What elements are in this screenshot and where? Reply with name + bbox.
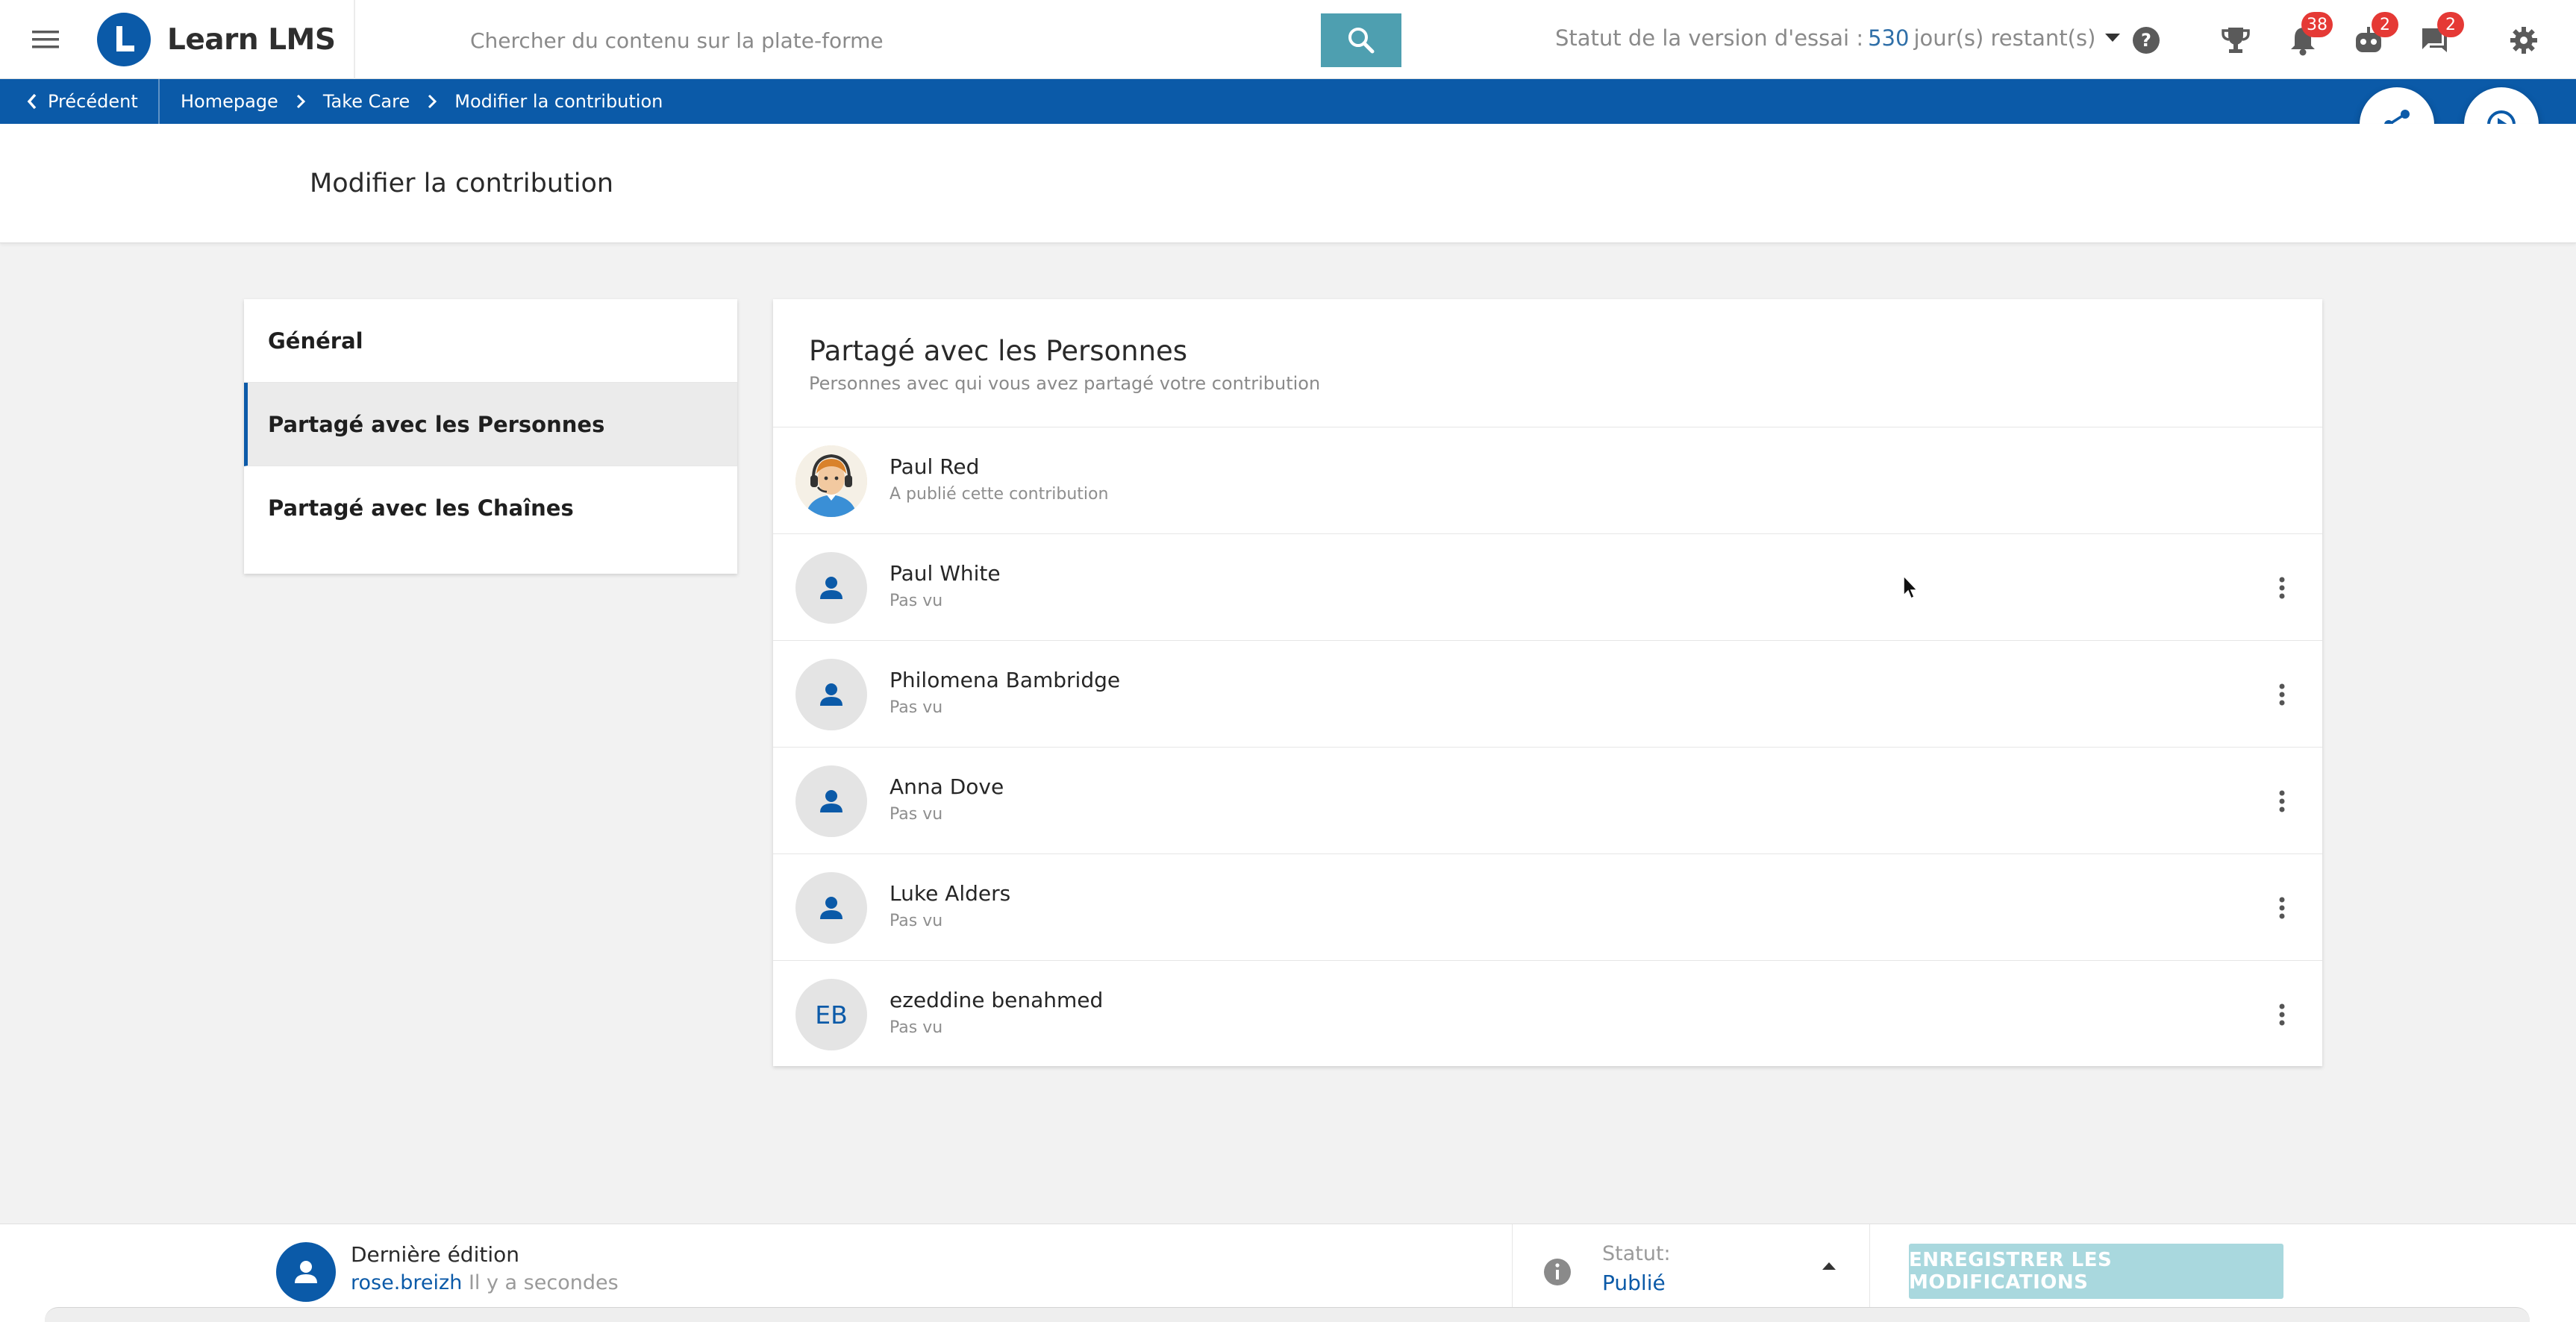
status-label: Statut: — [1602, 1242, 1671, 1265]
avatar-photo — [795, 445, 867, 517]
menu-icon[interactable] — [27, 22, 64, 57]
mouse-cursor-icon — [1902, 574, 1920, 600]
breadcrumb-current: Modifier la contribution — [454, 91, 663, 112]
person-status: Pas vu — [890, 912, 943, 930]
info-icon — [1542, 1257, 1572, 1287]
trophy-icon[interactable] — [2216, 21, 2255, 60]
notifications-bell-icon[interactable]: 38 — [2283, 12, 2333, 60]
taskbar-edge — [45, 1307, 2530, 1322]
last-edit-title: Dernière édition — [351, 1242, 519, 1267]
save-changes-button[interactable]: ENREGISTRER LES MODIFICATIONS — [1909, 1244, 2283, 1299]
status-value: Publié — [1602, 1271, 1666, 1295]
person-name: ezeddine benahmed — [890, 988, 1104, 1012]
search-icon — [1348, 28, 1375, 54]
more-vert-icon[interactable] — [2263, 675, 2301, 714]
person-icon — [795, 659, 867, 730]
support-agent-avatar — [795, 445, 867, 517]
page-title: Modifier la contribution — [310, 169, 614, 198]
chat-icon[interactable]: 2 — [2415, 12, 2464, 60]
breadcrumb-homepage[interactable]: Homepage — [181, 91, 278, 112]
more-vert-icon[interactable] — [2263, 995, 2301, 1034]
nav-item-shared-people[interactable]: Partagé avec les Personnes — [244, 383, 737, 466]
person-row: Paul Red A publié cette contribution — [773, 427, 2322, 534]
more-vert-icon[interactable] — [2263, 782, 2301, 821]
last-edit-info: Dernière édition rose.breizh Il y a seco… — [276, 1242, 619, 1302]
person-row: Anna Dove Pas vu — [773, 748, 2322, 854]
person-icon — [795, 765, 867, 837]
more-vert-icon[interactable] — [2263, 889, 2301, 927]
person-status: Pas vu — [890, 698, 943, 717]
shared-people-panel: Partagé avec les Personnes Personnes ave… — [773, 299, 2322, 1066]
app-logo[interactable]: Learn LMS — [97, 9, 336, 70]
avatar-initials: EB — [795, 979, 867, 1050]
section-nav: Général Partagé avec les Personnes Parta… — [244, 299, 737, 574]
chevron-right-icon — [428, 94, 437, 109]
person-row: Luke Alders Pas vu — [773, 854, 2322, 961]
bot-badge: 2 — [2372, 12, 2398, 37]
person-name: Luke Alders — [890, 881, 1011, 906]
person-icon — [795, 552, 867, 624]
gear-icon[interactable] — [2504, 21, 2543, 60]
trial-days: 530 — [1868, 25, 1910, 51]
panel-subtitle: Personnes avec qui vous avez partagé vot… — [809, 373, 1321, 394]
nav-item-shared-channels[interactable]: Partagé avec les Chaînes — [244, 466, 737, 550]
top-header: Learn LMS Statut de la version d'essai :… — [0, 0, 2576, 79]
person-status: A publié cette contribution — [890, 485, 1109, 504]
more-vert-icon[interactable] — [2263, 568, 2301, 607]
person-name: Paul Red — [890, 454, 980, 479]
chevron-left-icon — [27, 93, 37, 110]
panel-header: Partagé avec les Personnes Personnes ave… — [773, 299, 2322, 427]
person-row: Philomena Bambridge Pas vu — [773, 641, 2322, 748]
breadcrumb-bar: Précédent Homepage Take Care Modifier la… — [0, 79, 2576, 124]
svg-text:?: ? — [2141, 30, 2151, 51]
robot-icon[interactable]: 2 — [2349, 12, 2398, 60]
chevron-right-icon — [296, 94, 305, 109]
caret-down-icon — [2104, 33, 2121, 43]
page-header: Modifier la contribution — [0, 124, 2576, 243]
panel-title: Partagé avec les Personnes — [809, 335, 1188, 367]
person-icon — [795, 872, 867, 944]
back-button[interactable]: Précédent — [27, 79, 138, 124]
person-name: Philomena Bambridge — [890, 668, 1121, 692]
app-name: Learn LMS — [167, 22, 336, 57]
trial-suffix: jour(s) restant(s) — [1913, 25, 2096, 51]
last-edit-user[interactable]: rose.breizh — [351, 1271, 462, 1294]
caret-up-icon[interactable] — [1822, 1262, 1836, 1271]
person-row: EB ezeddine benahmed Pas vu — [773, 961, 2322, 1068]
breadcrumb-divider — [158, 79, 160, 124]
help-icon[interactable]: ? — [2127, 21, 2166, 60]
trial-status-dropdown[interactable]: Statut de la version d'essai : 530 jour(… — [1555, 25, 2121, 51]
person-status: Pas vu — [890, 805, 943, 824]
person-name: Anna Dove — [890, 774, 1004, 799]
person-name: Paul White — [890, 561, 1001, 586]
breadcrumb-take-care[interactable]: Take Care — [323, 91, 410, 112]
notifications-badge: 38 — [2301, 12, 2333, 37]
back-label: Précédent — [48, 91, 138, 112]
user-avatar-icon — [276, 1242, 336, 1302]
search-button[interactable] — [1321, 13, 1401, 67]
trial-prefix: Statut de la version d'essai : — [1555, 25, 1864, 51]
header-divider — [354, 0, 355, 79]
search-input[interactable] — [446, 13, 1321, 67]
nav-item-general[interactable]: Général — [244, 299, 737, 383]
breadcrumb: Homepage Take Care Modifier la contribut… — [181, 79, 663, 124]
search-bar — [446, 13, 1401, 67]
logo-icon — [97, 13, 151, 66]
last-edit-time: Il y a secondes — [468, 1271, 619, 1294]
messages-badge: 2 — [2437, 12, 2464, 37]
person-status: Pas vu — [890, 1018, 943, 1037]
person-status: Pas vu — [890, 592, 943, 610]
person-row: Paul White Pas vu — [773, 534, 2322, 641]
